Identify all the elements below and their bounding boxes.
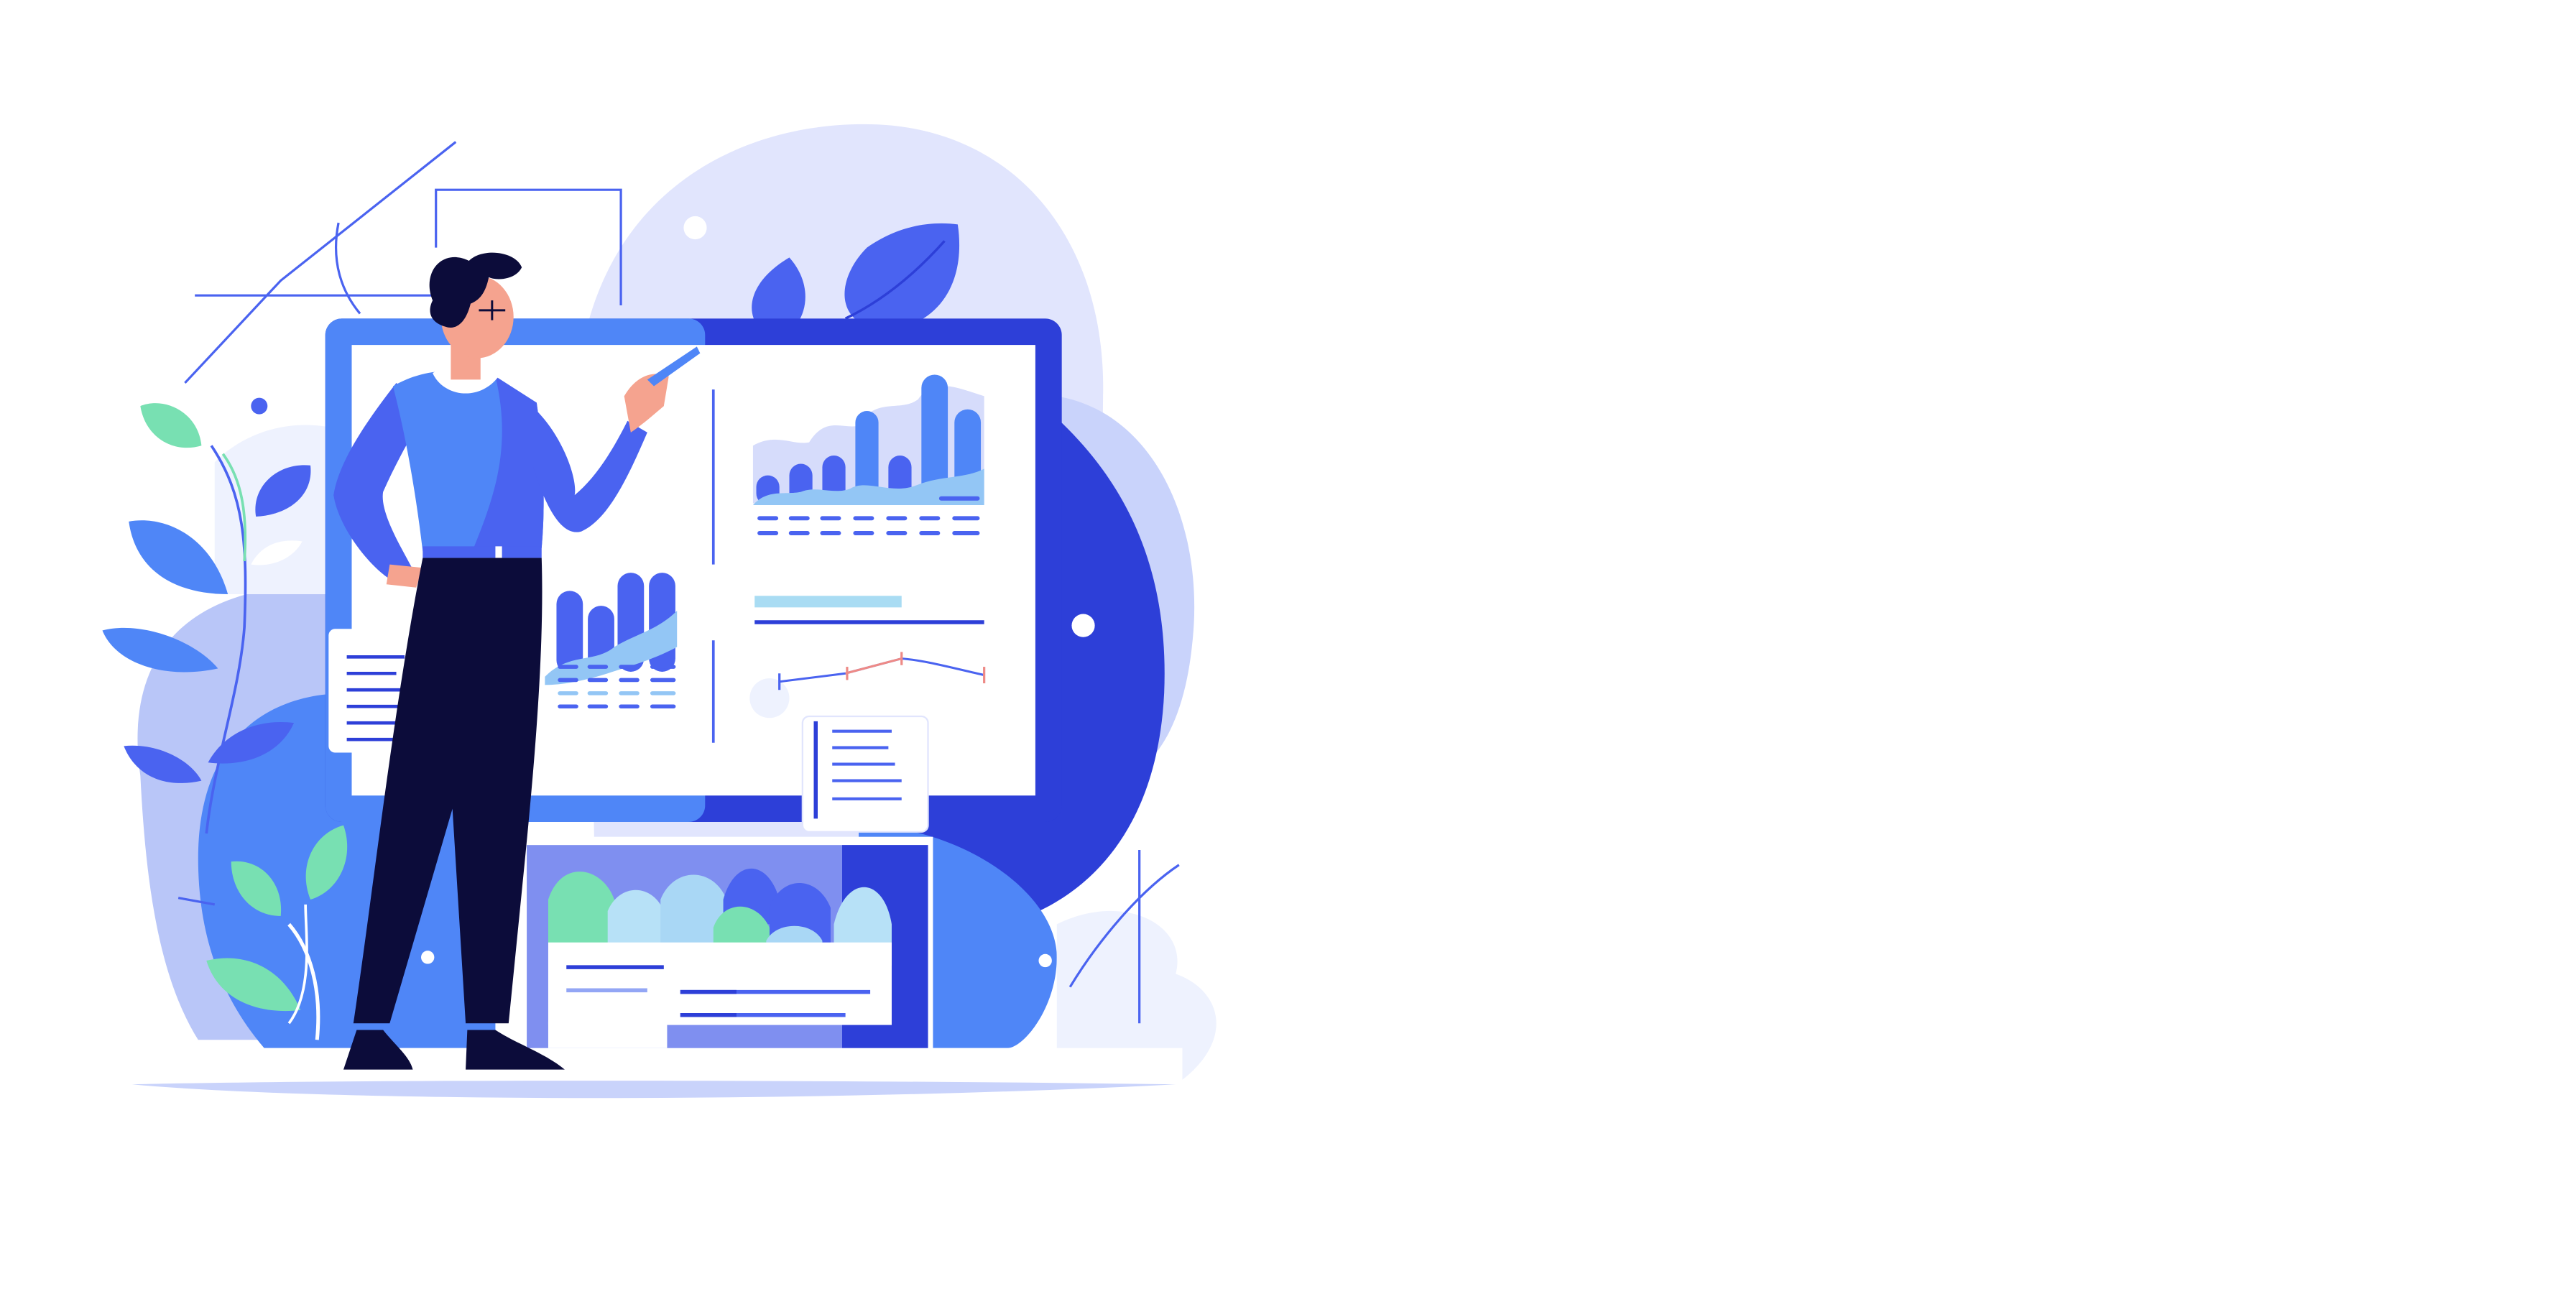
dot-white-bottom-left	[421, 951, 435, 964]
person-belt-buckle	[495, 546, 502, 558]
illustration-canvas	[0, 0, 2576, 1294]
lower-dashboard-panel	[522, 836, 933, 1052]
leaf-icon	[129, 520, 228, 594]
leaf-icon	[140, 403, 202, 448]
dot-blue-left	[251, 397, 268, 415]
person-back-hand	[386, 564, 423, 588]
panel-table	[548, 942, 892, 1025]
document-card	[801, 715, 929, 833]
dot-white-right	[1071, 614, 1095, 637]
label-bar-cyan	[754, 596, 902, 608]
curved-line	[335, 222, 361, 315]
floor-shadow	[131, 1081, 1176, 1099]
document-icon	[801, 715, 929, 833]
line-chart-node	[749, 678, 790, 718]
dot-white-bottom-right	[1038, 953, 1052, 968]
dot-white-top	[683, 216, 707, 240]
person-belt	[423, 546, 542, 558]
panel-table-tab	[548, 1021, 668, 1048]
dashboard-illustration	[102, 124, 1217, 1099]
